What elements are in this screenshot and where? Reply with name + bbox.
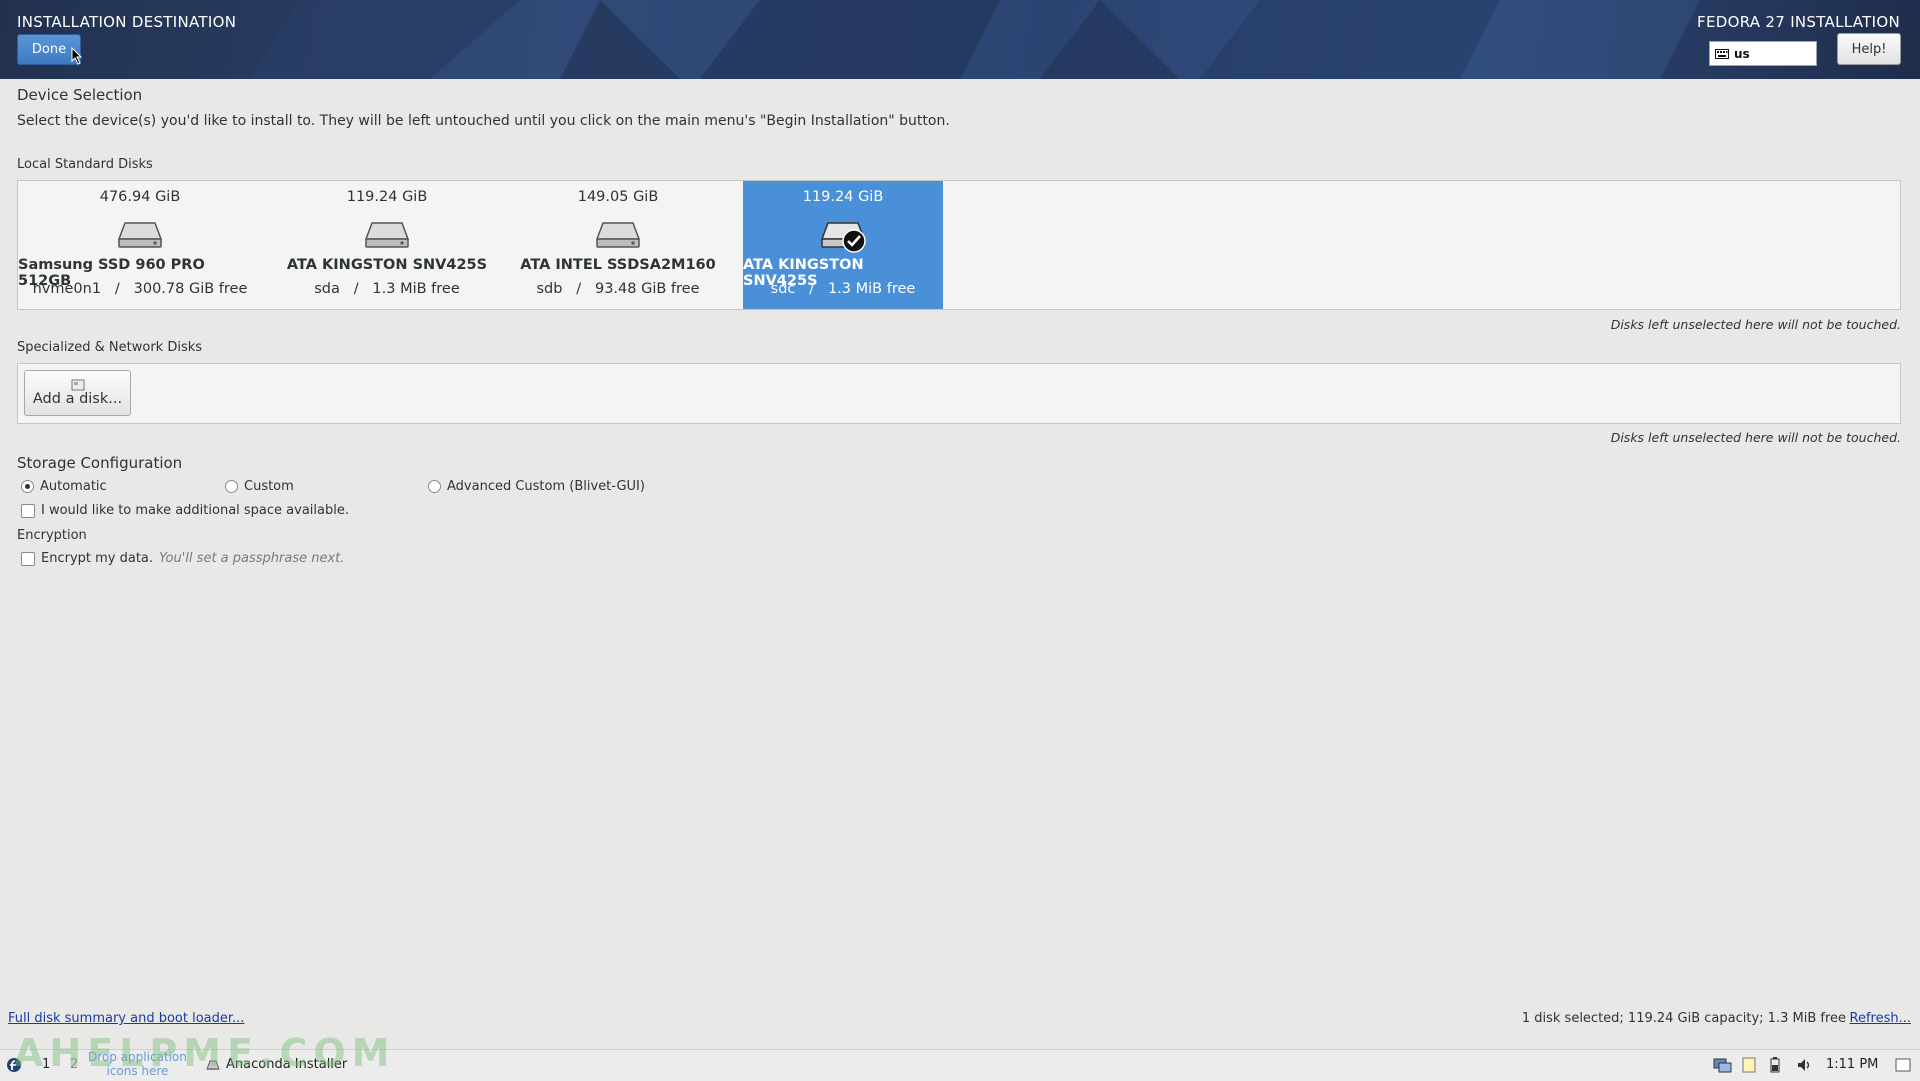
show-desktop-icon[interactable] [1895, 1058, 1911, 1072]
radio-indicator [428, 480, 441, 493]
radio-indicator [225, 480, 238, 493]
disk-size: 476.94 GiB [99, 189, 181, 205]
hard-disk-selected-icon [820, 219, 866, 253]
network-disks-note: Disks left unselected here will not be t… [1610, 430, 1901, 445]
radio-automatic[interactable]: Automatic [21, 479, 107, 494]
radio-indicator [21, 480, 34, 493]
keyboard-icon [1715, 48, 1729, 59]
mouse-cursor-icon [71, 47, 83, 65]
disk-tile-sdc[interactable]: 119.24 GiB ATA KINGSTON SNV425S sdc / 1.… [743, 181, 943, 309]
add-disk-button[interactable]: Add a disk... [24, 370, 131, 416]
disk-model: ATA KINGSTON SNV425S [286, 257, 488, 273]
clock[interactable]: 1:11 PM [1826, 1057, 1878, 1072]
watermark-logo: AHELPME.COM [14, 1031, 395, 1075]
device-selection-description: Select the device(s) you'd like to insta… [17, 113, 950, 129]
local-disks-heading: Local Standard Disks [17, 157, 153, 172]
disk-model: ATA KINGSTON SNV425S [743, 257, 864, 289]
notes-icon[interactable] [1740, 1056, 1758, 1074]
header-bar: INSTALLATION DESTINATION Done FEDORA 27 … [0, 0, 1920, 79]
disk-device: sdb [536, 281, 563, 297]
disk-tile-sdb[interactable]: 149.05 GiB ATA INTEL SSDSA2M160 sdb / 93… [512, 181, 724, 309]
watermark-text: AHELPME.COM [14, 1031, 396, 1075]
radio-custom[interactable]: Custom [225, 479, 294, 494]
network-disks-panel: Add a disk... [17, 363, 1901, 424]
encrypt-data-label: Encrypt my data. [41, 551, 154, 566]
disk-size: 149.05 GiB [577, 189, 659, 205]
hard-disk-icon [364, 219, 410, 253]
disk-device: sdc [770, 281, 796, 297]
disk-device: nvme0n1 [32, 281, 102, 297]
checkbox-indicator [21, 503, 35, 518]
storage-config-heading: Storage Configuration [17, 454, 183, 472]
refresh-link[interactable]: Refresh... [1850, 1011, 1912, 1026]
radio-automatic-label: Automatic [40, 479, 107, 494]
keyboard-layout-label: us [1734, 46, 1750, 61]
reclaim-space-checkbox[interactable]: I would like to make additional space av… [21, 503, 349, 518]
disk-model: Samsung SSD 960 PRO 512GB [18, 257, 205, 289]
selection-status: 1 disk selected; 119.24 GiB capacity; 1.… [1521, 1011, 1846, 1026]
radio-custom-label: Custom [244, 479, 294, 494]
disk-device: sda [314, 281, 340, 297]
keyboard-layout-indicator[interactable]: us [1709, 41, 1817, 66]
encrypt-data-hint: You'll set a passphrase next. [159, 551, 345, 566]
disk-size: 119.24 GiB [802, 189, 884, 205]
radio-advanced-custom-label: Advanced Custom (Blivet-GUI) [447, 479, 645, 494]
disk-free-space: 1.3 MiB free [827, 281, 916, 297]
network-disks-heading: Specialized & Network Disks [17, 340, 203, 355]
full-disk-summary-link[interactable]: Full disk summary and boot loader... [8, 1011, 244, 1026]
product-title: FEDORA 27 INSTALLATION [1697, 13, 1900, 31]
add-disk-label: Add a disk... [32, 391, 123, 407]
disk-free-space: 300.78 GiB free [133, 281, 248, 297]
disk-free-space: 93.48 GiB free [594, 281, 700, 297]
battery-icon[interactable] [1768, 1056, 1782, 1074]
local-disks-panel: 476.94 GiB Samsung SSD 960 PRO 512GB nvm… [17, 180, 1901, 310]
header-background [250, 0, 1700, 79]
page-title: INSTALLATION DESTINATION [17, 13, 237, 31]
checkbox-indicator [21, 551, 35, 566]
volume-icon[interactable] [1796, 1057, 1814, 1073]
encrypt-data-checkbox[interactable]: Encrypt my data. You'll set a passphrase… [21, 551, 344, 566]
reclaim-space-label: I would like to make additional space av… [41, 503, 349, 518]
encryption-heading: Encryption [17, 528, 87, 543]
device-selection-heading: Device Selection [17, 86, 143, 104]
add-disk-icon [71, 379, 84, 391]
network-icon[interactable] [1712, 1056, 1732, 1074]
local-disks-note: Disks left unselected here will not be t… [1610, 317, 1901, 332]
disk-tile-nvme0n1[interactable]: 476.94 GiB Samsung SSD 960 PRO 512GB nvm… [18, 181, 262, 309]
hard-disk-icon [595, 219, 641, 253]
disk-free-space: 1.3 MiB free [372, 281, 460, 297]
disk-tile-sda[interactable]: 119.24 GiB ATA KINGSTON SNV425S sda / 1.… [262, 181, 512, 309]
disk-model: ATA INTEL SSDSA2M160 [520, 257, 716, 273]
hard-disk-icon [117, 219, 163, 253]
radio-advanced-custom[interactable]: Advanced Custom (Blivet-GUI) [428, 479, 645, 494]
help-button[interactable]: Help! [1837, 33, 1901, 65]
disk-size: 119.24 GiB [346, 189, 428, 205]
